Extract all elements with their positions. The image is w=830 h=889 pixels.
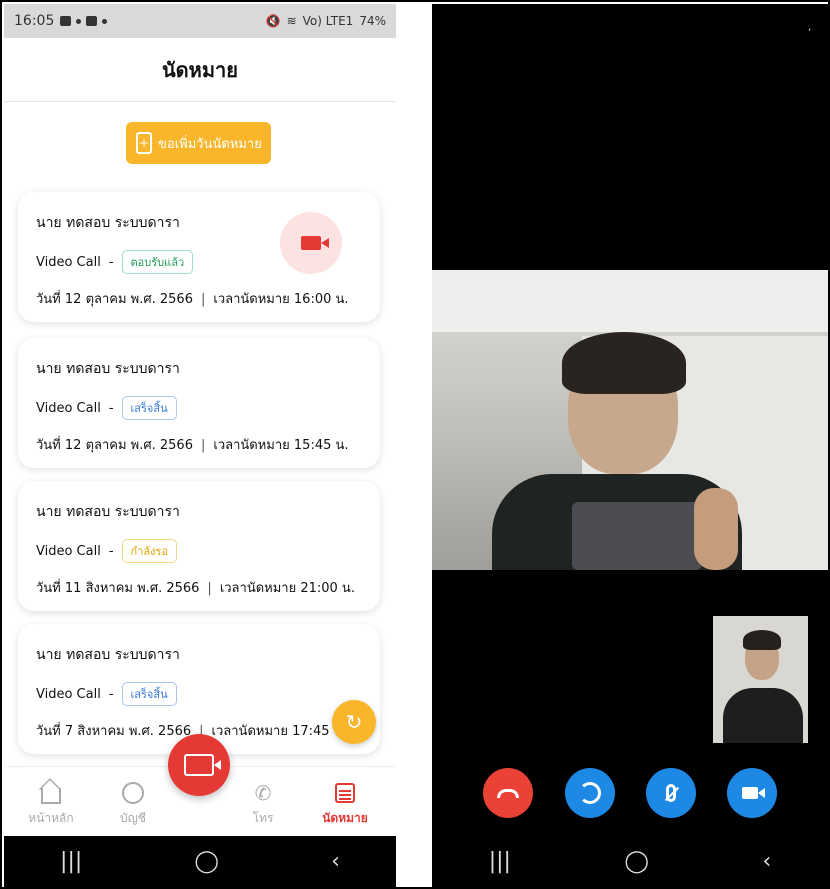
appointment-datetime: วันที่ 12 ตุลาคม พ.ศ. 2566 | เวลานัดหมาย 1…	[36, 434, 349, 455]
appointment-date: วันที่ 12 ตุลาคม พ.ศ. 2566	[36, 292, 193, 307]
appointments-screen: 16:05 🔇 ≋ Vo) LTE1 74% นัดหมาย ขอเพิ่มวั…	[4, 4, 396, 887]
separator: |	[200, 438, 206, 453]
calendar-icon	[333, 781, 357, 805]
nav-account-label: บัญชี	[120, 811, 146, 825]
separator: |	[200, 292, 206, 307]
page-title: นัดหมาย	[162, 57, 238, 82]
nav-home[interactable]: หน้าหลัก	[16, 781, 86, 828]
type-dash: -	[108, 543, 114, 559]
nav-call[interactable]: ✆ โทร	[228, 781, 298, 828]
status-time: 16:05	[14, 13, 55, 29]
mic-off-icon	[666, 784, 676, 802]
appointment-type: Video Call	[36, 686, 101, 702]
nav-call-label: โทร	[252, 811, 274, 825]
appointment-datetime: วันที่ 12 ตุลาคม พ.ศ. 2566 | เวลานัดหมาย 1…	[36, 288, 349, 309]
nav-appointments-label: นัดหมาย	[322, 811, 368, 825]
system-nav-bar: ||| ◯ ‹	[4, 836, 396, 887]
appointment-type: Video Call	[36, 400, 101, 416]
hang-up-icon	[497, 788, 519, 798]
back-button[interactable]: ‹	[331, 849, 340, 874]
system-nav-bar: ||| ◯ ‹	[432, 836, 828, 887]
status-badge: ตอบรับแล้ว	[121, 250, 194, 274]
appointment-type-row: Video Call - กำลังรอ	[36, 539, 177, 563]
video-call-screen: , ||| ◯ ‹	[432, 4, 828, 887]
add-file-icon	[136, 132, 152, 154]
type-dash: -	[108, 400, 114, 416]
type-dash: -	[108, 254, 114, 270]
status-right: 🔇 ≋ Vo) LTE1 74%	[266, 14, 386, 28]
appointment-datetime: วันที่ 11 สิงหาคม พ.ศ. 2566 | เวลานัดหมาย …	[36, 577, 355, 598]
nav-account[interactable]: บัญชี	[98, 781, 168, 828]
video-camera-icon	[184, 754, 221, 776]
wifi-icon: ≋	[286, 14, 297, 28]
location-icon	[76, 18, 82, 24]
gallery-icon	[60, 16, 72, 26]
user-icon	[121, 781, 145, 805]
type-dash: -	[108, 686, 114, 702]
divider	[396, 4, 432, 887]
local-video-preview[interactable]	[713, 616, 808, 743]
signal-text: Vo) LTE1	[302, 14, 354, 28]
toggle-video-button[interactable]	[727, 768, 777, 818]
patient-name: นาย ทดสอบ ระบบดารา	[36, 504, 180, 520]
appointment-date: วันที่ 12 ตุลาคม พ.ศ. 2566	[36, 438, 193, 453]
notification-icons	[60, 16, 108, 26]
nav-home-label: หน้าหลัก	[28, 811, 74, 825]
status-badge: เสร็จสิ้น	[121, 682, 177, 706]
refresh-icon: ↻	[345, 710, 363, 734]
patient-name: นาย ทดสอบ ระบบดารา	[36, 361, 180, 377]
mute-icon: 🔇	[265, 14, 281, 28]
youtube-icon	[86, 16, 98, 26]
status-badge: เสร็จสิ้น	[121, 396, 177, 420]
mute-mic-button[interactable]	[646, 768, 696, 818]
appointment-time: เวลานัดหมาย 15:45 น.	[213, 438, 349, 453]
status-dot: ,	[808, 22, 812, 33]
dot-icon	[102, 18, 108, 24]
appointment-time: เวลานัดหมาย 21:00 น.	[219, 581, 355, 596]
remote-video	[432, 270, 828, 570]
recent-apps-button[interactable]: |||	[489, 849, 511, 874]
switch-camera-button[interactable]	[565, 768, 615, 818]
appointment-type-row: Video Call - เสร็จสิ้น	[36, 396, 177, 420]
hang-up-button[interactable]	[483, 768, 533, 818]
request-appointment-label: ขอเพิ่มวันนัดหมาย	[158, 136, 262, 152]
back-button[interactable]: ‹	[762, 849, 771, 874]
appointment-date: วันที่ 7 สิงหาคม พ.ศ. 2566	[36, 724, 192, 739]
patient-name: นาย ทดสอบ ระบบดารา	[36, 215, 180, 231]
home-button[interactable]: ◯	[194, 849, 219, 874]
appointment-date: วันที่ 11 สิงหาคม พ.ศ. 2566	[36, 581, 200, 596]
battery-level: 74%	[359, 14, 386, 28]
appointment-type: Video Call	[36, 254, 101, 270]
recent-apps-button[interactable]: |||	[60, 849, 82, 874]
refresh-button[interactable]: ↻	[332, 700, 376, 744]
status-bar: 16:05 🔇 ≋ Vo) LTE1 74%	[4, 4, 396, 38]
phone-icon: ✆	[254, 781, 272, 805]
start-video-call-button[interactable]	[168, 734, 230, 796]
patient-name: นาย ทดสอบ ระบบดารา	[36, 647, 180, 663]
appointment-type: Video Call	[36, 543, 101, 559]
request-appointment-button[interactable]: ขอเพิ่มวันนัดหมาย	[126, 122, 271, 164]
switch-camera-icon	[579, 782, 601, 804]
status-badge: กำลังรอ	[121, 539, 177, 563]
page-header: นัดหมาย	[4, 38, 396, 102]
appointment-time: เวลานัดหมาย 17:45 น.	[211, 724, 347, 739]
home-button[interactable]: ◯	[624, 849, 649, 874]
join-video-call-button[interactable]	[280, 212, 342, 274]
appointment-card[interactable]: นาย ทดสอบ ระบบดารา Video Call - เสร็จสิ้…	[18, 338, 380, 468]
separator: |	[207, 581, 212, 596]
appointment-type-row: Video Call - ตอบรับแล้ว	[36, 250, 194, 274]
video-camera-icon	[301, 236, 329, 250]
appointment-card[interactable]: นาย ทดสอบ ระบบดารา Video Call - ตอบรับแล…	[18, 192, 380, 322]
appointment-type-row: Video Call - เสร็จสิ้น	[36, 682, 177, 706]
video-icon	[742, 787, 765, 799]
screenshot-frame: 16:05 🔇 ≋ Vo) LTE1 74% นัดหมาย ขอเพิ่มวั…	[0, 0, 830, 889]
appointment-card[interactable]: นาย ทดสอบ ระบบดารา Video Call - กำลังรอ …	[18, 481, 380, 611]
home-icon	[39, 781, 63, 805]
appointment-time: เวลานัดหมาย 16:00 น.	[213, 292, 349, 307]
nav-appointments[interactable]: นัดหมาย	[310, 781, 380, 828]
